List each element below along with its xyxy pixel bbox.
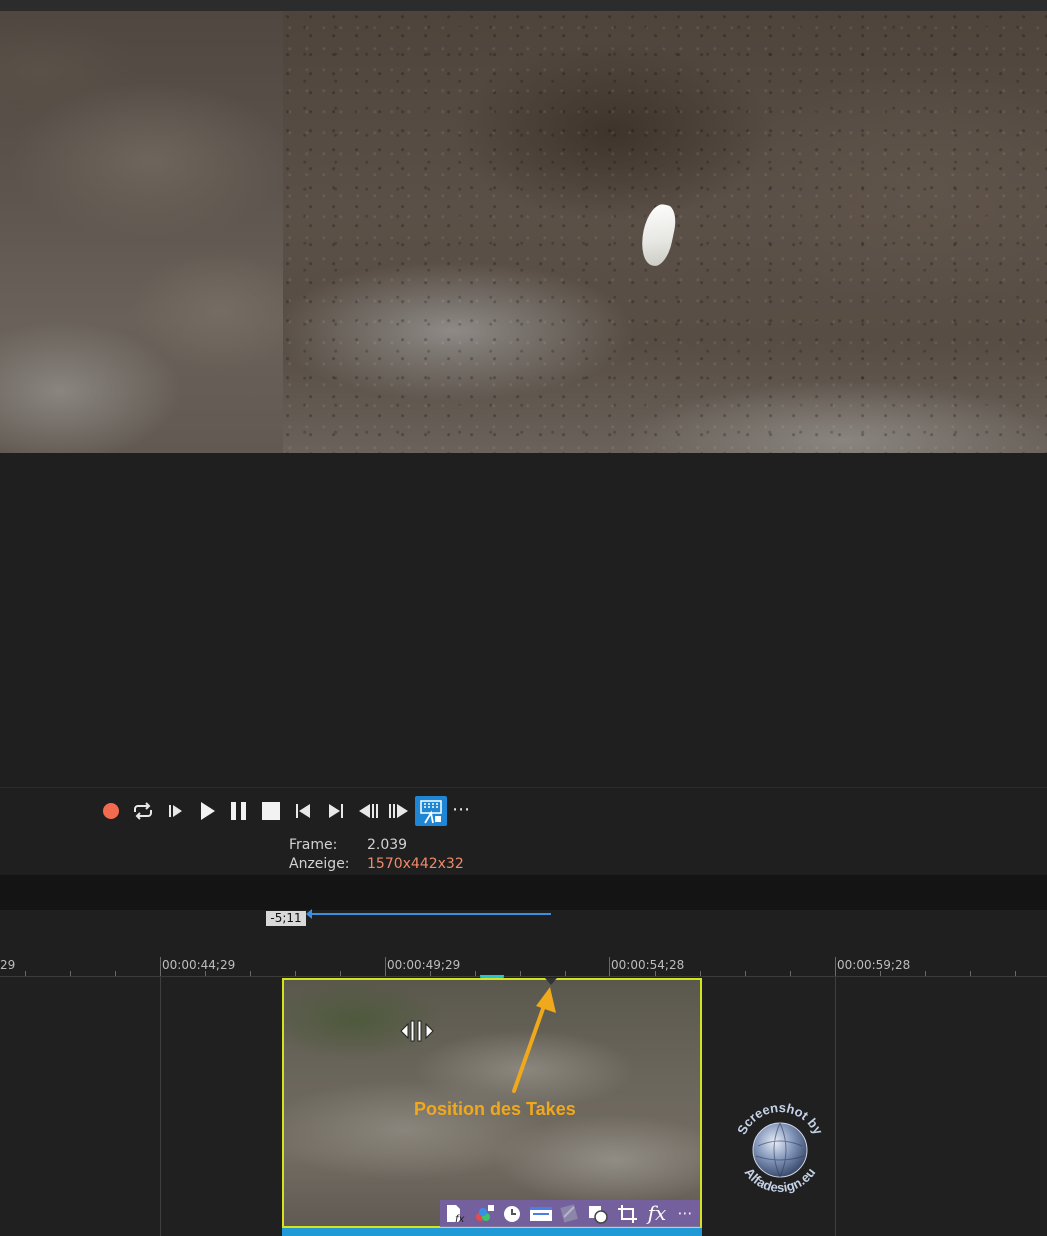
play-from-start-button[interactable] <box>163 799 187 823</box>
go-to-start-icon <box>296 804 310 818</box>
preview-sharp-frame <box>283 11 1047 453</box>
ruler-minor-tick <box>880 971 881 976</box>
loop-icon <box>134 802 152 820</box>
ruler-label: 00:00:44;29 <box>162 958 236 972</box>
pan-crop-window-icon[interactable] <box>528 1203 554 1224</box>
clock-icon[interactable] <box>500 1203 524 1224</box>
pause-button[interactable] <box>227 799 251 823</box>
frame-label: Frame: <box>289 837 338 853</box>
pause-icon <box>231 802 246 820</box>
ruler-label: 29 <box>0 958 16 972</box>
next-frame-button[interactable] <box>387 799 411 823</box>
watermark-logo: Screenshot by Alfadesign.eu <box>734 1100 826 1195</box>
ruler-minor-tick <box>1015 971 1016 976</box>
ruler-label: 00:00:49;29 <box>387 958 461 972</box>
offset-line <box>310 913 551 915</box>
go-to-end-button[interactable] <box>324 799 348 823</box>
grid-line <box>160 977 161 1236</box>
preview-blurred-frame <box>0 11 283 453</box>
ruler-major-tick <box>160 957 161 976</box>
take-position-marker <box>545 978 557 985</box>
clip-bottom-bar <box>282 1228 702 1236</box>
ruler-label: 00:00:54;28 <box>611 958 685 972</box>
record-button[interactable] <box>99 799 123 823</box>
display-label: Anzeige: <box>289 856 350 872</box>
record-icon <box>103 803 119 819</box>
svg-text:fx: fx <box>455 1214 465 1224</box>
more-icon: ⋯ <box>452 799 470 820</box>
ruler-major-tick <box>385 957 386 976</box>
play-button[interactable] <box>195 799 219 823</box>
crop-icon[interactable] <box>616 1203 640 1224</box>
ruler-minor-tick <box>700 971 701 976</box>
ruler-minor-tick <box>565 971 566 976</box>
frame-value: 2.039 <box>367 837 408 853</box>
offset-badge: -5;11 <box>266 911 306 926</box>
ruler-minor-tick <box>340 971 341 976</box>
display-value: 1570x442x32 <box>367 856 464 872</box>
ruler-minor-tick <box>70 971 71 976</box>
trim-cursor-icon <box>400 1020 434 1042</box>
sync-cursor-button[interactable] <box>415 796 447 826</box>
more-transport-button[interactable]: ⋯ <box>449 799 473 823</box>
ruler-minor-tick <box>475 971 476 976</box>
previous-frame-icon <box>359 804 378 818</box>
ruler-minor-tick <box>655 971 656 976</box>
video-preview <box>0 11 1047 453</box>
ruler-minor-tick <box>205 971 206 976</box>
play-icon <box>201 802 215 820</box>
loop-region-bar[interactable] <box>0 910 1047 953</box>
transport-bar: ⋯ <box>0 787 1047 835</box>
window-top-strip <box>0 0 1047 11</box>
stop-button[interactable] <box>259 799 283 823</box>
play-from-start-icon <box>169 805 182 817</box>
annotation-label: Position des Takes <box>414 1099 576 1119</box>
loop-button[interactable] <box>131 799 155 823</box>
stop-icon <box>262 802 280 820</box>
more-icon[interactable]: ⋯ <box>674 1203 696 1224</box>
fx-icon[interactable]: fx <box>644 1203 670 1224</box>
ruler-major-tick <box>609 957 610 976</box>
grid-line <box>835 977 836 1236</box>
ruler-minor-tick <box>250 971 251 976</box>
next-frame-icon <box>389 804 408 818</box>
go-to-start-button[interactable] <box>291 799 315 823</box>
ruler-minor-tick <box>430 971 431 976</box>
ruler-minor-tick <box>970 971 971 976</box>
butterfly-image <box>636 201 680 269</box>
timeline-ruler[interactable]: 29 00:00:44;29 00:00:49;29 00:00:54;28 0… <box>0 952 1047 977</box>
ruler-minor-tick <box>745 971 746 976</box>
ruler-minor-tick <box>295 971 296 976</box>
go-to-end-icon <box>329 804 343 818</box>
ruler-minor-tick <box>115 971 116 976</box>
ruler-minor-tick <box>790 971 791 976</box>
ruler-major-tick <box>835 957 836 976</box>
ruler-label: 00:00:59;28 <box>837 958 911 972</box>
media-generator-icon[interactable] <box>586 1203 610 1224</box>
ruler-minor-tick <box>25 971 26 976</box>
event-effect-icon[interactable] <box>558 1203 582 1224</box>
ruler-minor-tick <box>520 971 521 976</box>
timeline-header-band <box>0 875 1047 910</box>
previous-frame-button[interactable] <box>356 799 380 823</box>
fx-media-icon[interactable]: fx <box>444 1203 468 1225</box>
color-icon[interactable] <box>472 1203 496 1224</box>
annotation-arrow-icon <box>512 987 556 1093</box>
ruler-minor-tick <box>925 971 926 976</box>
event-fx-bar: fx fx ⋯ <box>440 1200 700 1227</box>
preview-info-panel: Frame: 2.039 Anzeige: 1570x442x32 <box>0 834 1047 875</box>
sync-cursor-icon <box>420 800 442 824</box>
